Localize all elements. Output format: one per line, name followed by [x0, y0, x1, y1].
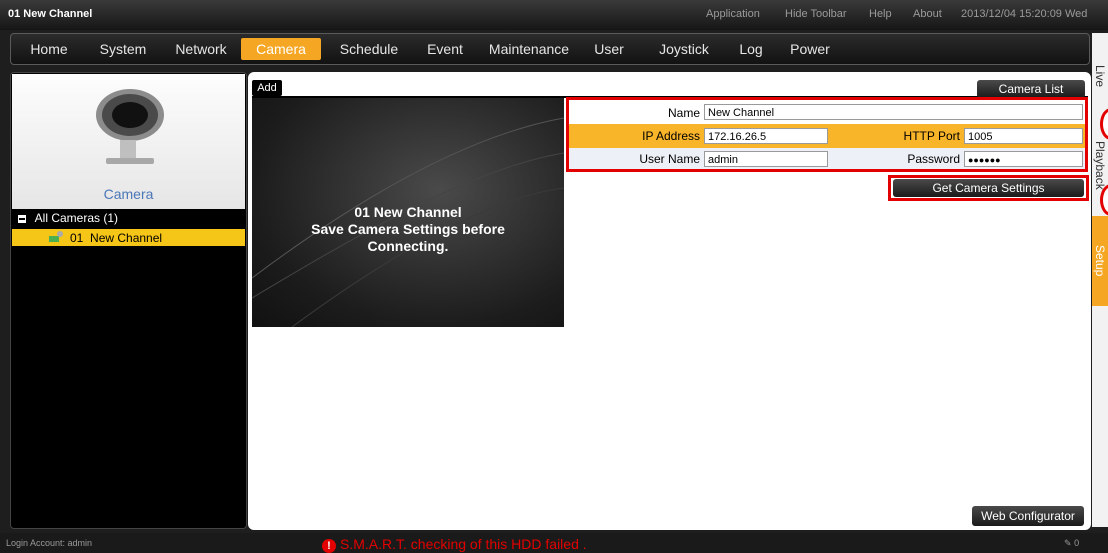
camera-icon [96, 89, 164, 164]
nav-camera[interactable]: Camera [241, 38, 321, 60]
help-link[interactable]: Help [869, 8, 892, 20]
tree-root-all-cameras[interactable]: All Cameras (1) [18, 211, 118, 225]
ip-address-field[interactable]: 172.16.26.5 [704, 128, 828, 144]
nav-system[interactable]: System [88, 38, 158, 60]
datetime: 2013/12/04 15:20:09 Wed [961, 8, 1088, 20]
collapse-icon[interactable] [18, 214, 26, 223]
camera-number: 01 [70, 231, 84, 245]
window-title: 01 New Channel [8, 8, 93, 20]
nav-home[interactable]: Home [20, 38, 78, 60]
tree-root-label: All Cameras (1) [34, 211, 119, 225]
password-label: Password [907, 152, 960, 166]
user-name-field[interactable]: admin [704, 151, 828, 167]
preview-message-line2: Connecting. [367, 238, 449, 254]
notification-count: 0 [1074, 538, 1080, 548]
web-configurator-button[interactable]: Web Configurator [972, 506, 1084, 526]
preview-title: 01 New Channel [354, 204, 462, 220]
camera-list-button[interactable]: Camera List [977, 80, 1085, 98]
nav-network[interactable]: Network [166, 38, 236, 60]
notification-icon: ✎ [1064, 538, 1072, 548]
alert-message: S.M.A.R.T. checking of this HDD failed . [340, 536, 587, 552]
name-field[interactable]: New Channel [704, 104, 1083, 120]
about-link[interactable]: About [913, 8, 942, 20]
http-port-field[interactable]: 1005 [964, 128, 1083, 144]
http-port-label: HTTP Port [903, 129, 960, 143]
nav-joystick[interactable]: Joystick [652, 38, 716, 60]
tab-add[interactable]: Add [252, 80, 282, 96]
notification-counter[interactable]: ✎ 0 [1064, 538, 1079, 549]
nav-user[interactable]: User [587, 38, 631, 60]
tab-setup[interactable]: Setup [1092, 216, 1108, 306]
ip-address-label: IP Address [642, 129, 700, 143]
nav-log[interactable]: Log [732, 38, 770, 60]
tab-live[interactable]: Live [1092, 56, 1108, 96]
nav-maintenance[interactable]: Maintenance [483, 38, 575, 60]
preview-message-line1: Save Camera Settings before [311, 221, 505, 237]
title-bar [0, 0, 1108, 30]
camera-name: New Channel [90, 231, 163, 245]
password-field[interactable]: ●●●●●● [964, 151, 1083, 167]
hdd-alert[interactable]: ! S.M.A.R.T. checking of this HDD failed … [322, 536, 587, 553]
get-camera-settings-button[interactable]: Get Camera Settings [893, 179, 1084, 197]
sidebar-heading: Camera [103, 186, 154, 202]
name-label: Name [667, 106, 700, 120]
hide-toolbar-link[interactable]: Hide Toolbar [785, 8, 847, 20]
user-name-label: User Name [639, 152, 700, 166]
nav-event[interactable]: Event [416, 38, 474, 60]
nav-schedule[interactable]: Schedule [328, 38, 410, 60]
login-account: Login Account: admin [6, 538, 93, 548]
tree-item-camera[interactable]: 01 New Channel [70, 231, 162, 245]
alert-icon: ! [322, 539, 336, 553]
nav-power[interactable]: Power [785, 38, 835, 60]
application-link[interactable]: Application [706, 8, 760, 20]
camera-status-icon [48, 230, 64, 244]
